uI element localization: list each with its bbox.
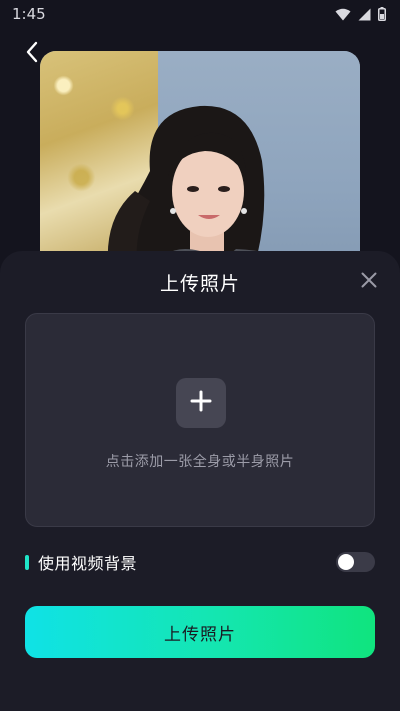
upload-hint: 点击添加一张全身或半身照片: [105, 454, 295, 470]
upload-photo-sheet: 上传照片 点击添加一张全身或半身照片 使用视频背景 上传照片: [0, 251, 400, 711]
close-icon: [361, 272, 377, 292]
video-background-label: 使用视频背景: [38, 554, 138, 573]
upload-photo-button[interactable]: 上传照片: [25, 606, 375, 658]
close-button[interactable]: [358, 271, 380, 293]
cellular-signal-icon: [358, 8, 371, 21]
video-background-toggle[interactable]: [336, 552, 375, 572]
video-background-row: 使用视频背景: [25, 549, 375, 575]
portrait-figure: [107, 105, 330, 281]
status-icons: [335, 7, 386, 21]
add-photo-tile[interactable]: [176, 378, 226, 428]
accent-bar: [25, 554, 29, 570]
wifi-icon: [335, 8, 351, 21]
status-bar: 1:45: [0, 0, 400, 28]
status-time: 1:45: [12, 5, 46, 23]
plus-icon: [190, 390, 212, 416]
photo-preview: [40, 51, 360, 281]
sheet-title: 上传照片: [159, 273, 240, 295]
upload-photo-button-label: 上传照片: [164, 624, 236, 644]
upload-photo-screen: 1:45 上传照片 点击添加一张全身或半身照片 使用视频背景 上传照片: [0, 0, 400, 711]
toggle-knob: [338, 554, 354, 570]
video-background-label-group: 使用视频背景: [25, 550, 137, 574]
battery-icon: [378, 7, 386, 21]
photo-upload-area[interactable]: 点击添加一张全身或半身照片: [25, 313, 375, 527]
chevron-left-icon: [25, 41, 39, 67]
